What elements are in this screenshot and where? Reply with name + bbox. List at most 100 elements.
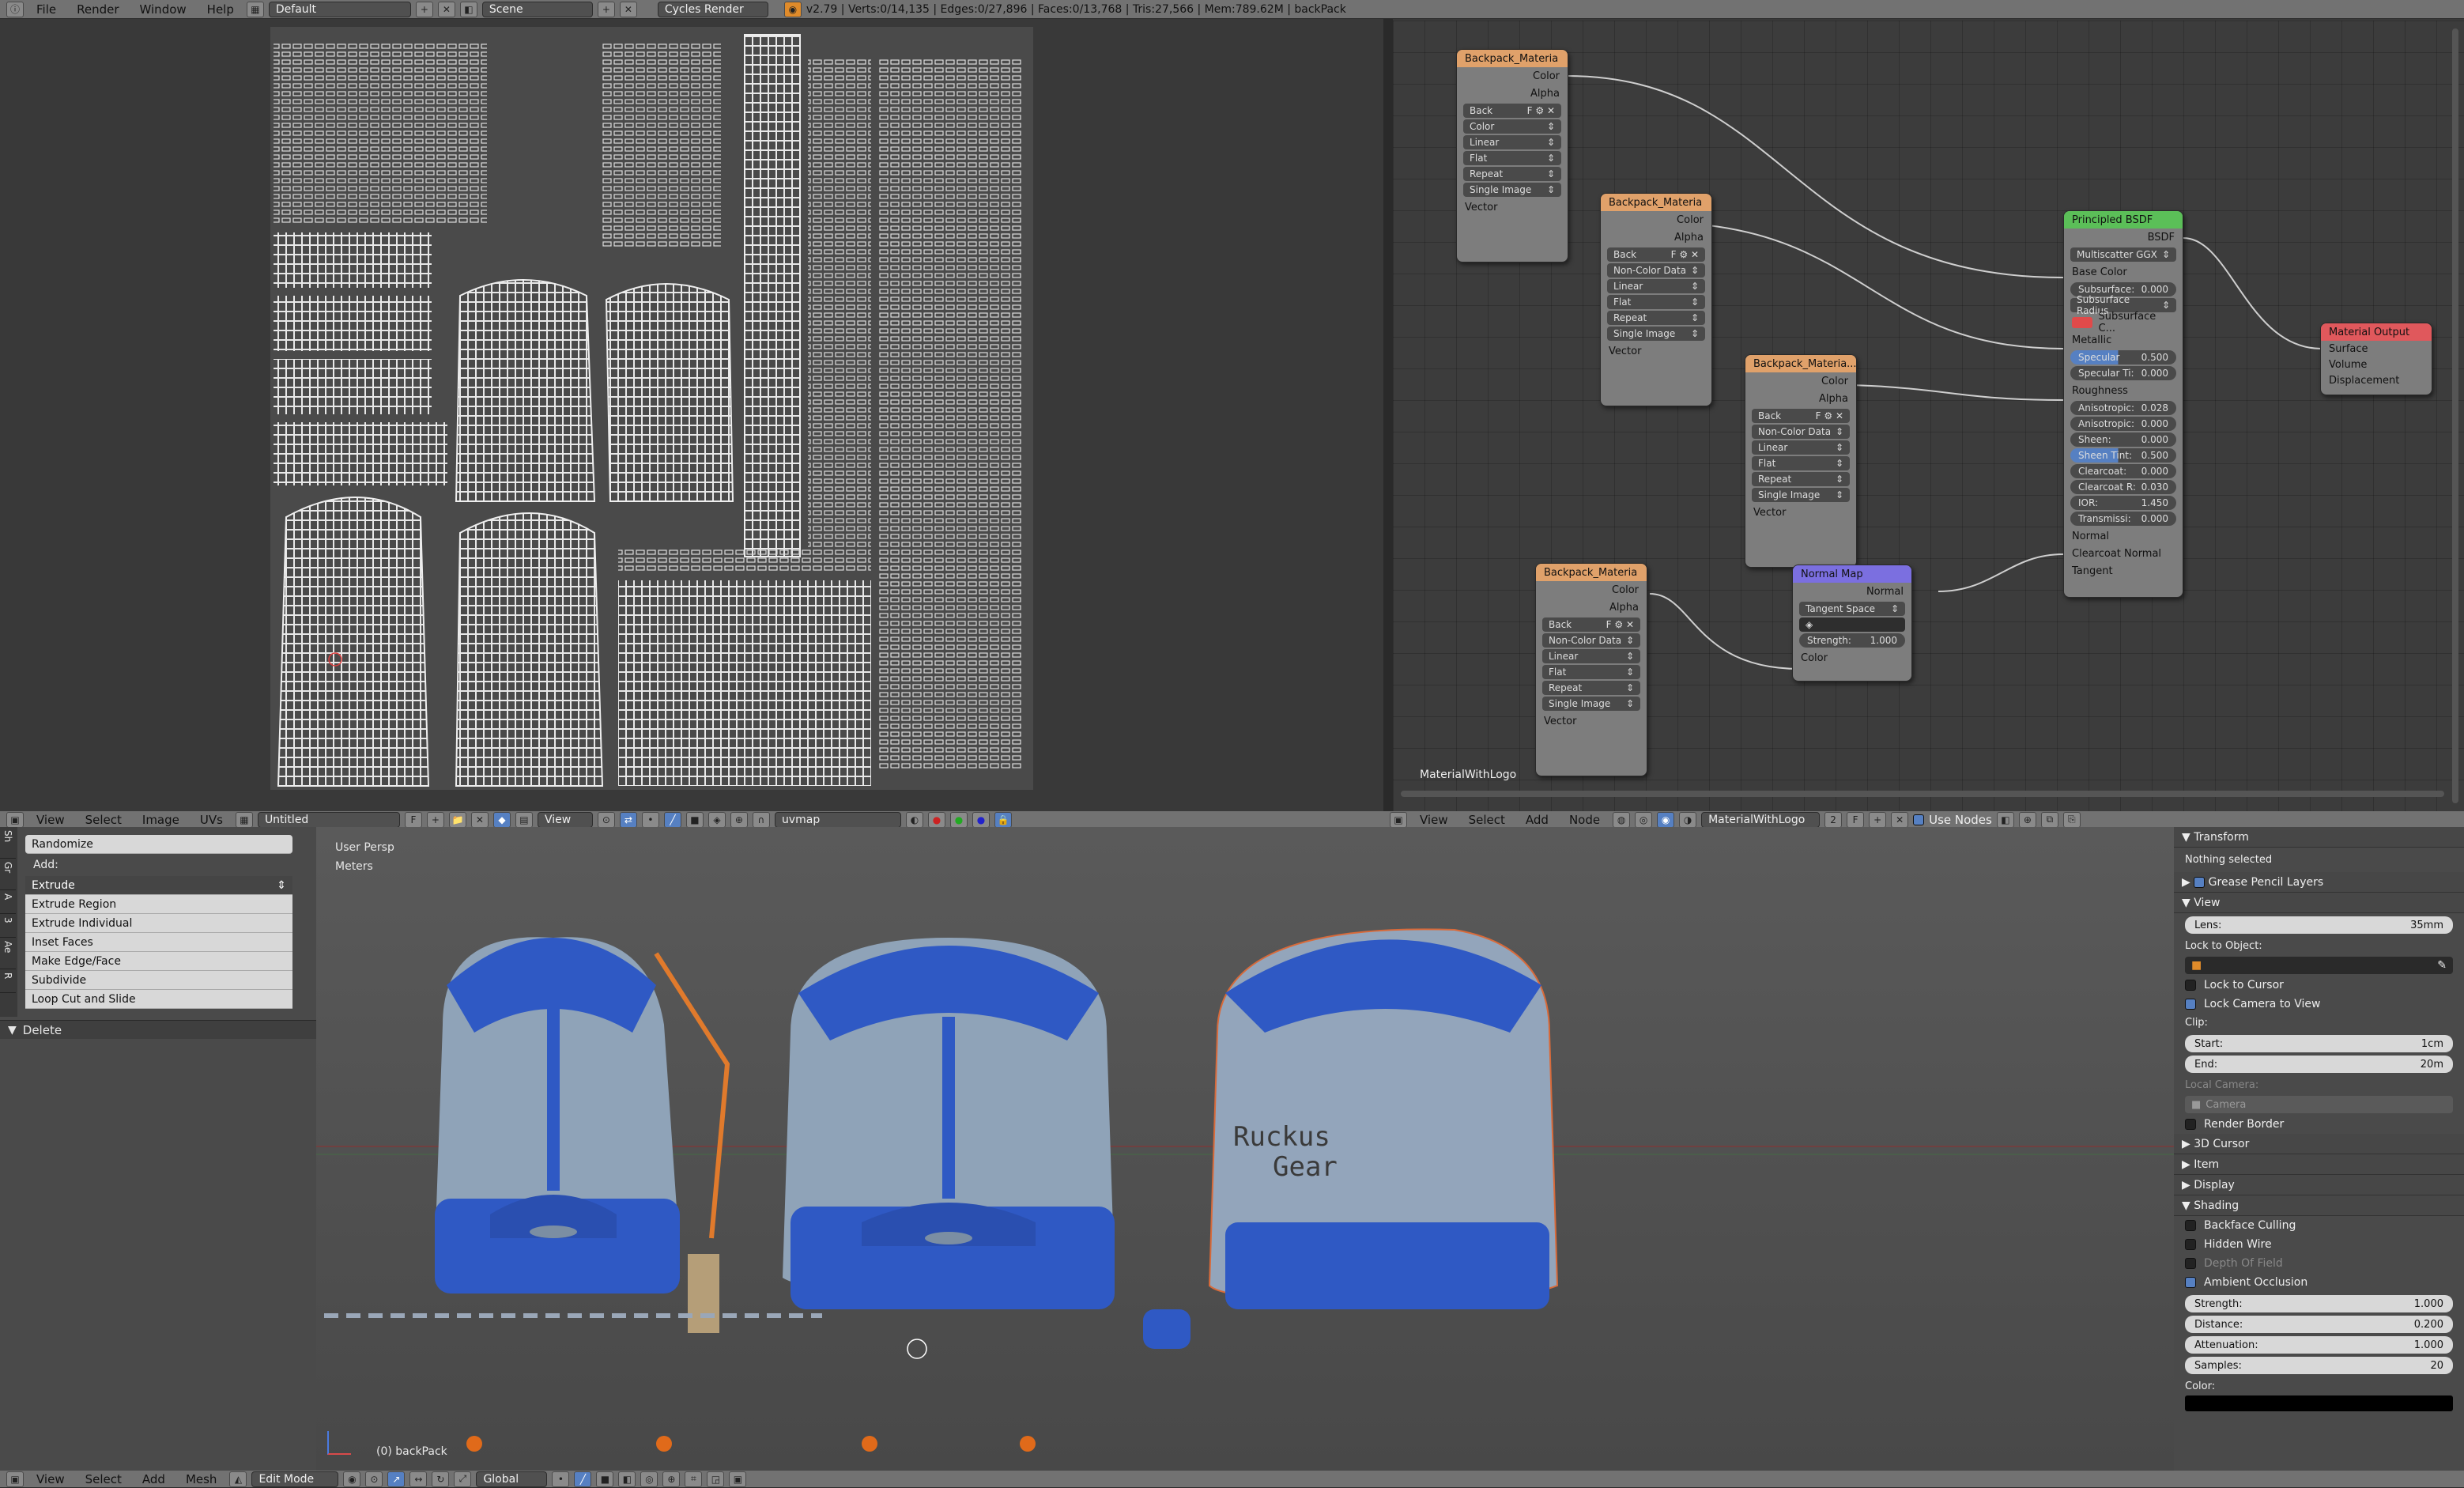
lock-camera-row[interactable]: Lock Camera to View — [2174, 995, 2464, 1014]
grease-pencil-header[interactable]: ▶ Grease Pencil Layers — [2174, 872, 2464, 893]
snap-icon[interactable]: ⊕ — [2018, 811, 2036, 828]
transmission-field[interactable]: Transmissi: 0.000 — [2070, 512, 2176, 526]
node-header[interactable]: Principled BSDF — [2064, 211, 2183, 228]
red-channel-icon[interactable]: ● — [927, 811, 945, 828]
mode-icon[interactable]: ◭ — [229, 1471, 247, 1487]
ao-distance-field[interactable]: Distance: 0.200 — [2185, 1316, 2453, 1333]
editor-type-icon[interactable]: ▣ — [6, 811, 24, 828]
interpolation-select[interactable]: Linear ⇕ — [1542, 649, 1640, 663]
node-header[interactable]: Backpack_Materia... — [1745, 355, 1857, 372]
clip-end-field[interactable]: End: 20m — [2185, 1056, 2453, 1073]
image-select[interactable]: Back F ⚙ ✕ — [1607, 247, 1705, 262]
clearcoat-field[interactable]: Clearcoat: 0.000 — [2070, 464, 2176, 478]
distribution-select[interactable]: Multiscatter GGX ⇕ — [2070, 247, 2176, 262]
lock-object-field[interactable]: ■ ✎ — [2185, 957, 2453, 974]
ao-color-swatch[interactable] — [2185, 1395, 2453, 1411]
ao-samples-field[interactable]: Samples: 20 — [2185, 1357, 2453, 1374]
tab-shading[interactable]: Sh — [0, 827, 16, 859]
info-editor-icon[interactable]: ⓘ — [6, 1, 24, 17]
uvmap-select[interactable]: uvmap — [774, 811, 901, 828]
translate-icon[interactable]: ↔ — [409, 1471, 428, 1487]
eyedropper-icon[interactable]: ✎ — [2437, 959, 2447, 972]
image-buttons-icon[interactable]: F ⚙ ✕ — [1527, 105, 1555, 116]
uv-canvas[interactable] — [270, 27, 1033, 790]
editor-type-icon[interactable]: ▣ — [6, 1471, 24, 1487]
interpolation-select[interactable]: Linear ⇕ — [1752, 440, 1850, 455]
image-texture-node-3[interactable]: Backpack_Materia... Color Alpha Back F ⚙ … — [1745, 354, 1857, 568]
scene-icon[interactable]: ◧ — [459, 1, 477, 17]
node-header[interactable]: Material Output — [2321, 323, 2432, 341]
extrude-region-button[interactable]: Extrude Region — [25, 895, 292, 914]
image-select[interactable]: Back F ⚙ ✕ — [1542, 617, 1640, 632]
node-header[interactable]: Backpack_Materia — [1536, 564, 1647, 581]
add-scene-icon[interactable]: + — [597, 1, 615, 17]
proportional-icon[interactable]: ◎ — [640, 1471, 658, 1487]
specular-field[interactable]: Specular 0.500 — [2070, 350, 2176, 364]
new-image-icon[interactable]: + — [426, 811, 444, 828]
node-menu-view[interactable]: View — [1412, 813, 1456, 827]
snap-element-icon[interactable]: ⌗ — [685, 1471, 703, 1487]
image-buttons-icon[interactable]: F ⚙ ✕ — [1816, 410, 1843, 421]
clip-start-field[interactable]: Start: 1cm — [2185, 1035, 2453, 1052]
colorspace-select[interactable]: Non-Color Data ⇕ — [1752, 425, 1850, 439]
paste-icon[interactable]: ⎘ — [2062, 811, 2081, 828]
grease-pencil-checkbox[interactable] — [2194, 876, 2206, 888]
source-select[interactable]: Single Image ⇕ — [1752, 488, 1850, 502]
source-select[interactable]: Single Image ⇕ — [1607, 327, 1705, 341]
view3d-menu-select[interactable]: Select — [77, 1472, 130, 1486]
scale-icon[interactable]: ⤢ — [454, 1471, 472, 1487]
dof-row[interactable]: Depth Of Field — [2174, 1254, 2464, 1273]
world-nodes-icon[interactable]: ◉ — [1657, 811, 1675, 828]
remove-scene-icon[interactable]: ✕ — [619, 1, 637, 17]
backface-row[interactable]: Backface Culling — [2174, 1216, 2464, 1235]
sheen-tint-field[interactable]: Sheen Tint: 0.500 — [2070, 448, 2176, 463]
extension-select[interactable]: Repeat ⇕ — [1607, 311, 1705, 325]
make-edge-face-button[interactable]: Make Edge/Face — [25, 952, 292, 971]
interpolation-select[interactable]: Linear ⇕ — [1607, 279, 1705, 293]
tab-a[interactable]: A — [0, 890, 16, 914]
principled-bsdf-node[interactable]: Principled BSDF BSDF Multiscatter GGX ⇕ B… — [2063, 210, 2183, 598]
mode-select[interactable]: Edit Mode — [251, 1471, 339, 1487]
copy-icon[interactable]: ⧉ — [2040, 811, 2058, 828]
menu-render[interactable]: Render — [69, 2, 126, 17]
view-header[interactable]: ▼ View — [2174, 893, 2464, 913]
colorspace-select[interactable]: Color ⇕ — [1463, 119, 1561, 134]
uv-menu-uvs[interactable]: UVs — [192, 813, 231, 827]
lens-field[interactable]: Lens: 35mm — [2185, 916, 2453, 934]
material-output-node[interactable]: Material Output Surface Volume Displacem… — [2320, 323, 2432, 395]
projection-select[interactable]: Flat ⇕ — [1607, 295, 1705, 309]
object-nodes-icon[interactable]: ◎ — [1635, 811, 1653, 828]
editor-divider[interactable] — [1383, 19, 1393, 811]
unlink-material-icon[interactable]: ✕ — [1891, 811, 1909, 828]
node-menu-node[interactable]: Node — [1561, 813, 1608, 827]
loop-cut-button[interactable]: Loop Cut and Slide — [25, 990, 292, 1009]
node-menu-select[interactable]: Select — [1461, 813, 1513, 827]
image-name-field[interactable]: Untitled — [257, 811, 400, 828]
source-select[interactable]: Single Image ⇕ — [1463, 183, 1561, 197]
vertex-mode-icon[interactable]: • — [552, 1471, 570, 1487]
users-count[interactable]: 2 — [1824, 811, 1843, 828]
sheen-field[interactable]: Sheen: 0.000 — [2070, 432, 2176, 447]
edge-mode-icon[interactable]: ╱ — [574, 1471, 592, 1487]
delete-panel-header[interactable]: ▼ Delete — [0, 1020, 316, 1039]
tab-3[interactable]: 3 — [0, 914, 16, 938]
uv-menu-select[interactable]: Select — [77, 813, 130, 827]
ao-checkbox[interactable] — [2185, 1277, 2196, 1288]
anisotropic-rotation-field[interactable]: Anisotropic: 0.000 — [2070, 417, 2176, 431]
view-mode-select[interactable]: View — [537, 811, 593, 828]
lock-cursor-checkbox[interactable] — [2185, 980, 2196, 991]
sync-selection-icon[interactable]: ⇄ — [619, 811, 637, 828]
node-editor-scrollbar[interactable] — [2452, 28, 2458, 803]
render-icon[interactable]: ◲ — [707, 1471, 725, 1487]
image-buttons-icon[interactable]: F ⚙ ✕ — [1606, 619, 1634, 630]
face-select-icon[interactable]: ■ — [685, 811, 704, 828]
3d-cursor-header[interactable]: ▶ 3D Cursor — [2174, 1134, 2464, 1154]
view3d-menu-view[interactable]: View — [28, 1472, 73, 1486]
3d-viewport[interactable]: User Persp Meters Ruckus Gear (0) backPa… — [316, 827, 2174, 1472]
material-icon[interactable]: ◑ — [1679, 811, 1697, 828]
tab-ae[interactable]: Ae — [0, 938, 16, 969]
layout-select[interactable]: Default — [268, 1, 411, 17]
viewport-shading-icon[interactable]: ◉ — [343, 1471, 361, 1487]
item-header[interactable]: ▶ Item — [2174, 1154, 2464, 1175]
unlink-image-icon[interactable]: ✕ — [470, 811, 489, 828]
